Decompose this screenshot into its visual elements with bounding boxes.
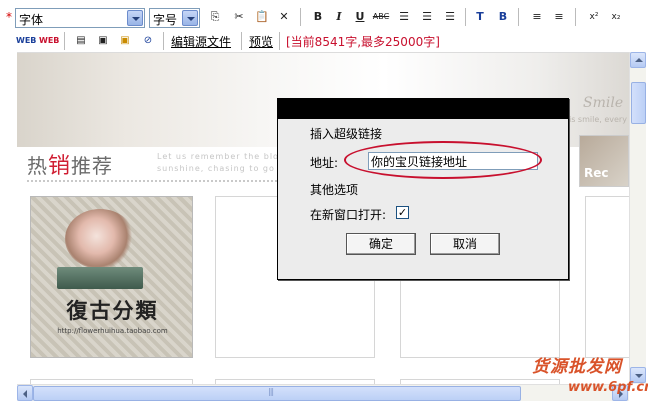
chevron-down-icon[interactable] (127, 10, 143, 26)
insert-media-icon[interactable]: ▣ (116, 32, 134, 50)
underline-icon[interactable]: U (351, 8, 369, 26)
copy-icon[interactable]: ⎘ (206, 8, 224, 26)
align-center-icon[interactable]: ☰ (418, 8, 436, 26)
subscript-icon[interactable]: x₂ (607, 8, 625, 26)
toolbar-divider (465, 8, 466, 26)
product-title: 復古分類 (66, 299, 159, 323)
other-options-label: 其他选项 (310, 183, 359, 197)
vertical-scroll-thumb[interactable] (631, 82, 646, 124)
bold-icon[interactable]: B (309, 8, 327, 26)
new-window-checkbox[interactable]: ✓ (396, 206, 409, 219)
horizontal-scrollbar[interactable] (17, 384, 629, 401)
dotted-divider (27, 180, 277, 183)
align-right-icon[interactable]: ☰ (441, 8, 459, 26)
product-cell (585, 196, 629, 358)
scroll-left-icon[interactable] (17, 385, 33, 401)
italic-icon[interactable]: I (330, 8, 348, 26)
insert-toolbar: WEB WEB ▤ ▣ ▣ ⊘ 编辑源文件 预览 [当前8541字,最多2500… (0, 32, 648, 52)
banner-brand: Smile (583, 95, 624, 111)
preview-link[interactable]: 预览 (249, 33, 273, 50)
align-left-icon[interactable]: ☰ (395, 8, 413, 26)
editor-window: * 字体 字号 ⎘ ✂ 📋 ✕ B I U ABC ☰ ☰ ☰ T B ≡ ≡ … (0, 0, 648, 412)
thumbnail-label: Rec (584, 166, 609, 180)
vertical-scrollbar[interactable] (629, 52, 646, 384)
background-color-icon[interactable]: B (494, 8, 512, 26)
toolbar-divider (163, 32, 164, 50)
toolbar-divider (64, 32, 65, 50)
ok-button[interactable]: 确定 (346, 233, 416, 255)
insert-link-dialog: 插入超级链接 地址: 其他选项 在新窗口打开: ✓ 确定 取消 (277, 98, 569, 280)
horizontal-scroll-thumb[interactable] (33, 386, 521, 401)
font-size-select[interactable]: 字号 (149, 8, 200, 28)
highlight-oval (344, 141, 544, 181)
cancel-button[interactable]: 取消 (430, 233, 500, 255)
toolbar-divider (241, 32, 242, 50)
insert-link-icon[interactable]: WEB (16, 32, 36, 50)
recommend-thumbnail: Rec (579, 135, 629, 187)
edit-source-link[interactable]: 编辑源文件 (171, 33, 231, 50)
product-url: http://flowerhuihua.taobao.com (57, 327, 168, 335)
product-image: 復古分類 http://flowerhuihua.taobao.com (30, 196, 193, 358)
chevron-down-icon[interactable] (182, 10, 198, 26)
toolbar-divider (575, 8, 576, 26)
book-illustration (57, 267, 143, 289)
required-mark: * (6, 10, 12, 24)
font-family-select[interactable]: 字体 (15, 8, 145, 28)
flash-icon[interactable]: ⊘ (139, 32, 157, 50)
remove-link-icon[interactable]: WEB (39, 32, 59, 50)
insert-image-icon[interactable]: ▣ (94, 32, 112, 50)
toolbar-divider (279, 32, 280, 50)
new-window-label: 在新窗口打开: (310, 208, 387, 222)
delete-icon[interactable]: ✕ (275, 8, 293, 26)
cut-icon[interactable]: ✂ (230, 8, 248, 26)
section-title-part: 热 (27, 154, 48, 178)
section-title: 热销推荐 (27, 148, 113, 180)
banner-subtext: is smile, every (569, 115, 627, 124)
text-color-icon[interactable]: T (471, 8, 489, 26)
ordered-list-icon[interactable]: ≡ (528, 8, 546, 26)
section-title-highlight: 销 (48, 154, 72, 179)
format-toolbar: * 字体 字号 ⎘ ✂ 📋 ✕ B I U ABC ☰ ☰ ☰ T B ≡ ≡ … (0, 0, 648, 32)
char-count: [当前8541字,最多25000字] (286, 35, 440, 49)
toolbar-divider (300, 8, 301, 26)
dialog-heading: 插入超级链接 (310, 127, 383, 141)
watermark-url: www.6pf.cn (568, 380, 648, 395)
section-title-part: 推荐 (71, 154, 114, 178)
horizontal-rule-icon[interactable]: ▤ (72, 32, 90, 50)
font-size-value: 字号 (153, 13, 178, 27)
paste-icon[interactable]: 📋 (253, 8, 271, 26)
superscript-icon[interactable]: x² (585, 8, 603, 26)
red-ellipse (344, 141, 542, 179)
scroll-up-icon[interactable] (630, 52, 646, 68)
toolbar-divider (518, 8, 519, 26)
rose-illustration (65, 209, 135, 269)
watermark-title: 货源批发网 (532, 357, 622, 377)
address-label: 地址: (310, 156, 339, 170)
dialog-titlebar (278, 99, 568, 119)
font-family-value: 字体 (19, 13, 44, 27)
strikethrough-icon[interactable]: ABC (372, 8, 390, 26)
unordered-list-icon[interactable]: ≡ (550, 8, 568, 26)
